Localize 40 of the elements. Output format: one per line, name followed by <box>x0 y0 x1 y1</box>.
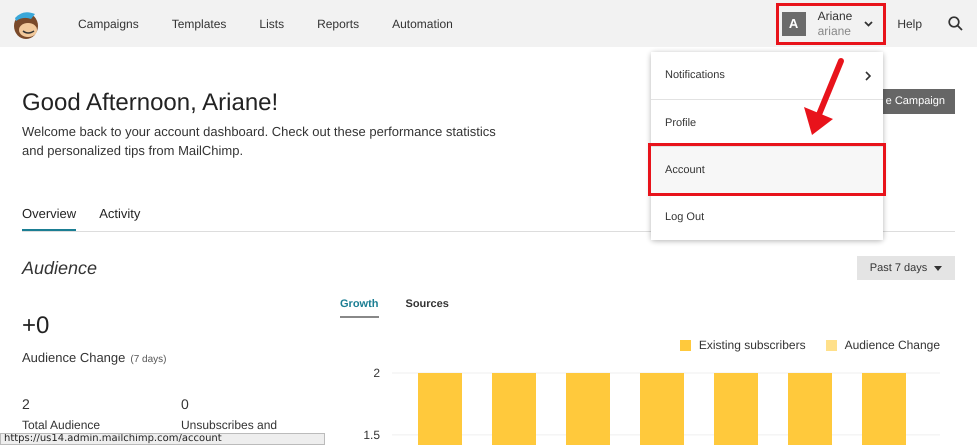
chart-tab[interactable]: Sources <box>406 296 449 318</box>
nav-link[interactable]: Campaigns <box>78 14 139 32</box>
nav-link[interactable]: Templates <box>172 14 226 32</box>
bar <box>788 373 832 445</box>
nav-link[interactable]: Lists <box>259 14 284 32</box>
period-label: (7 days) <box>130 352 166 366</box>
bar <box>640 373 684 445</box>
bar <box>418 373 462 445</box>
legend-label: Existing subscribers <box>698 337 806 354</box>
chevron-down-icon <box>864 20 874 26</box>
stat-value: 2 <box>22 395 31 413</box>
caret-down-icon <box>934 266 942 270</box>
stat-value: +0 <box>22 312 50 340</box>
chevron-right-icon <box>865 70 871 80</box>
axis-tick-label: 2 <box>373 366 380 380</box>
menu-item[interactable]: Account <box>651 146 883 193</box>
chart-tab[interactable]: Growth <box>340 296 378 318</box>
page-heading: Good Afternoon, Ariane! <box>22 88 280 118</box>
nav-link[interactable]: Reports <box>317 14 360 32</box>
bar <box>492 373 536 445</box>
bar <box>566 373 610 445</box>
user-menu-button[interactable]: A Ariane ariane <box>778 6 884 42</box>
bar <box>862 373 906 445</box>
tab[interactable]: Overview <box>22 204 76 230</box>
menu-item[interactable]: Log Out <box>651 193 883 240</box>
axis-tick-label: 1.5 <box>363 428 380 442</box>
bar <box>714 373 758 445</box>
menu-item[interactable]: Notifications <box>651 52 883 99</box>
welcome-text: Welcome back to your account dashboard. Check out these performance statistics and personalized tips from MailChimp. <box>22 123 497 160</box>
stat-label: Unsubscribes and <box>181 417 278 434</box>
stat-value: 0 <box>181 395 190 413</box>
date-range-dropdown[interactable]: Past 7 days <box>857 256 955 280</box>
legend-label: Audience Change <box>844 337 940 354</box>
nav-link[interactable]: Automation <box>392 14 453 32</box>
section-heading: Audience <box>22 256 98 280</box>
search-icon[interactable] <box>948 16 963 31</box>
tab[interactable]: Activity <box>99 204 140 230</box>
stat-label: Total Audience <box>22 417 102 434</box>
help-link[interactable]: Help <box>897 14 922 32</box>
stat-label: Audience Change <box>22 348 126 367</box>
